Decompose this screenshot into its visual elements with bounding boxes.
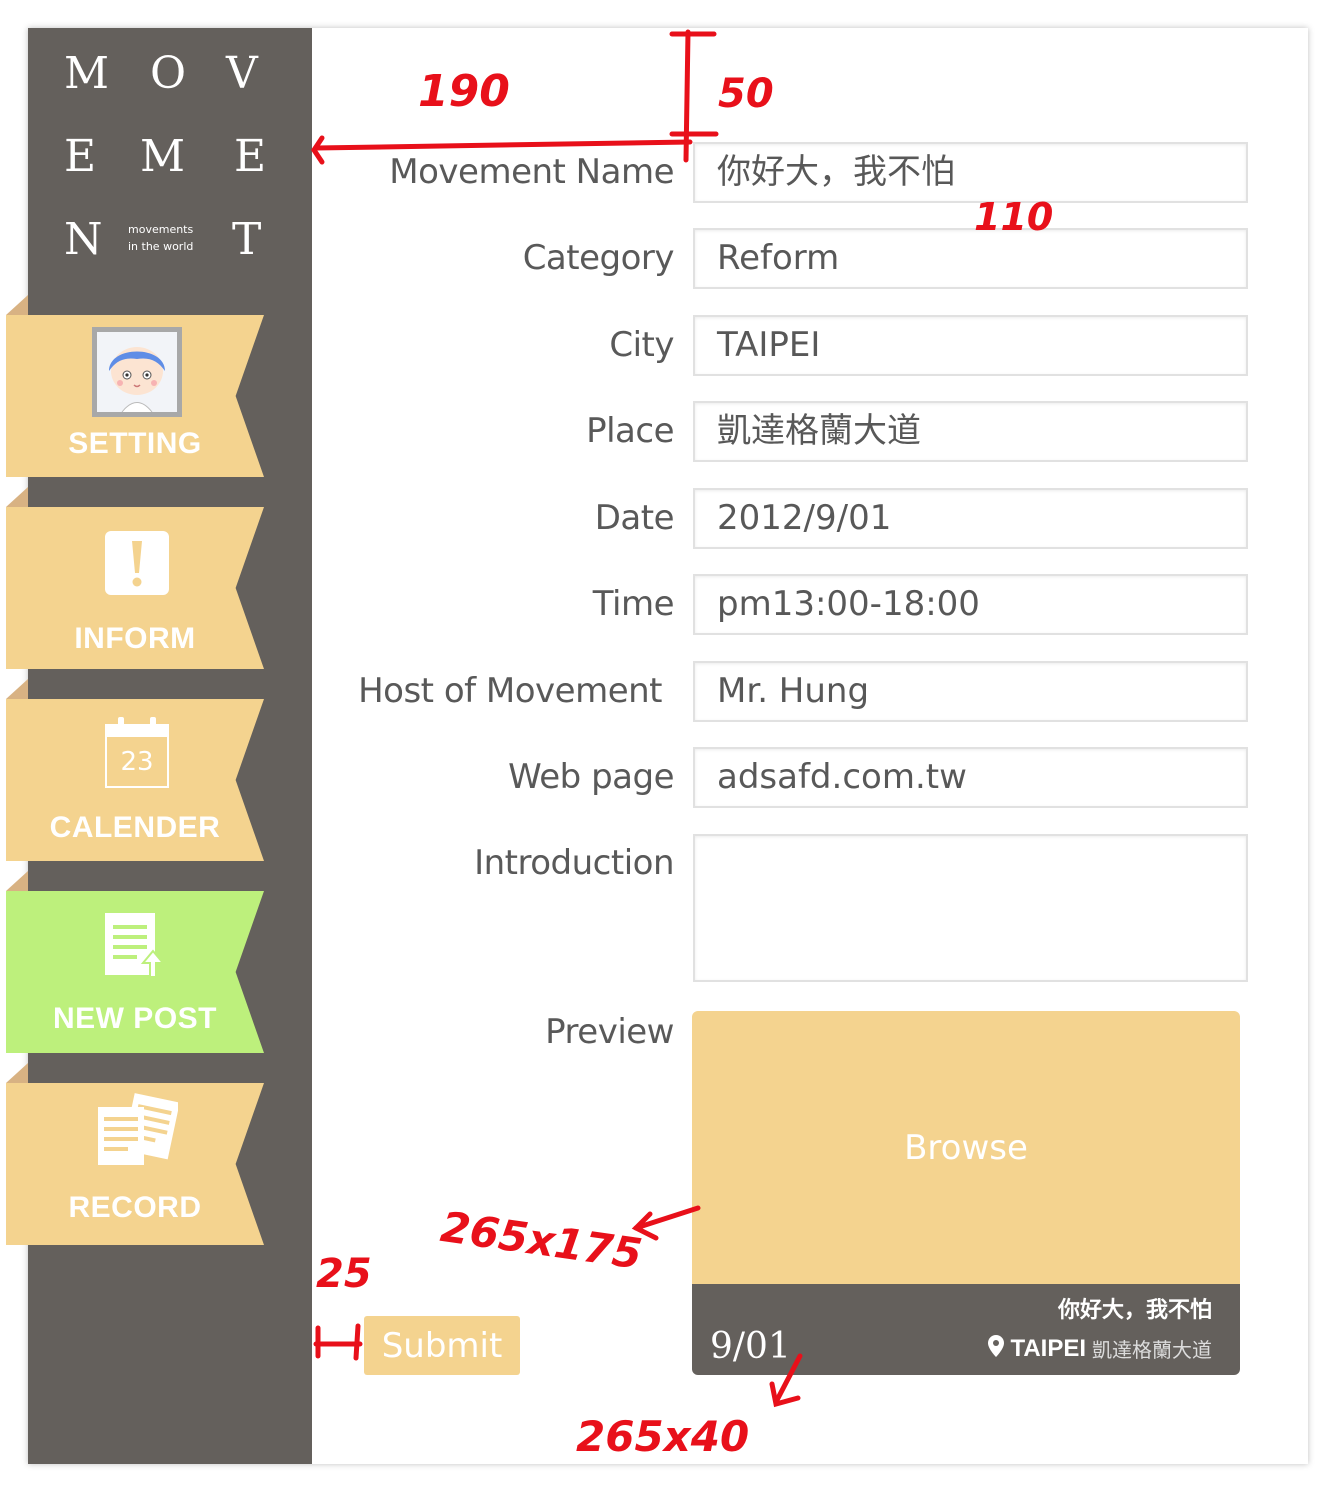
annotation-label: 110 — [974, 195, 1054, 239]
annotation-label: 190 — [418, 66, 510, 117]
annotation-lines — [310, 29, 803, 1408]
annotation-label: 25 — [316, 1251, 372, 1297]
annotation-label: 265x40 — [576, 1412, 750, 1461]
annotation-label: 50 — [718, 71, 774, 117]
